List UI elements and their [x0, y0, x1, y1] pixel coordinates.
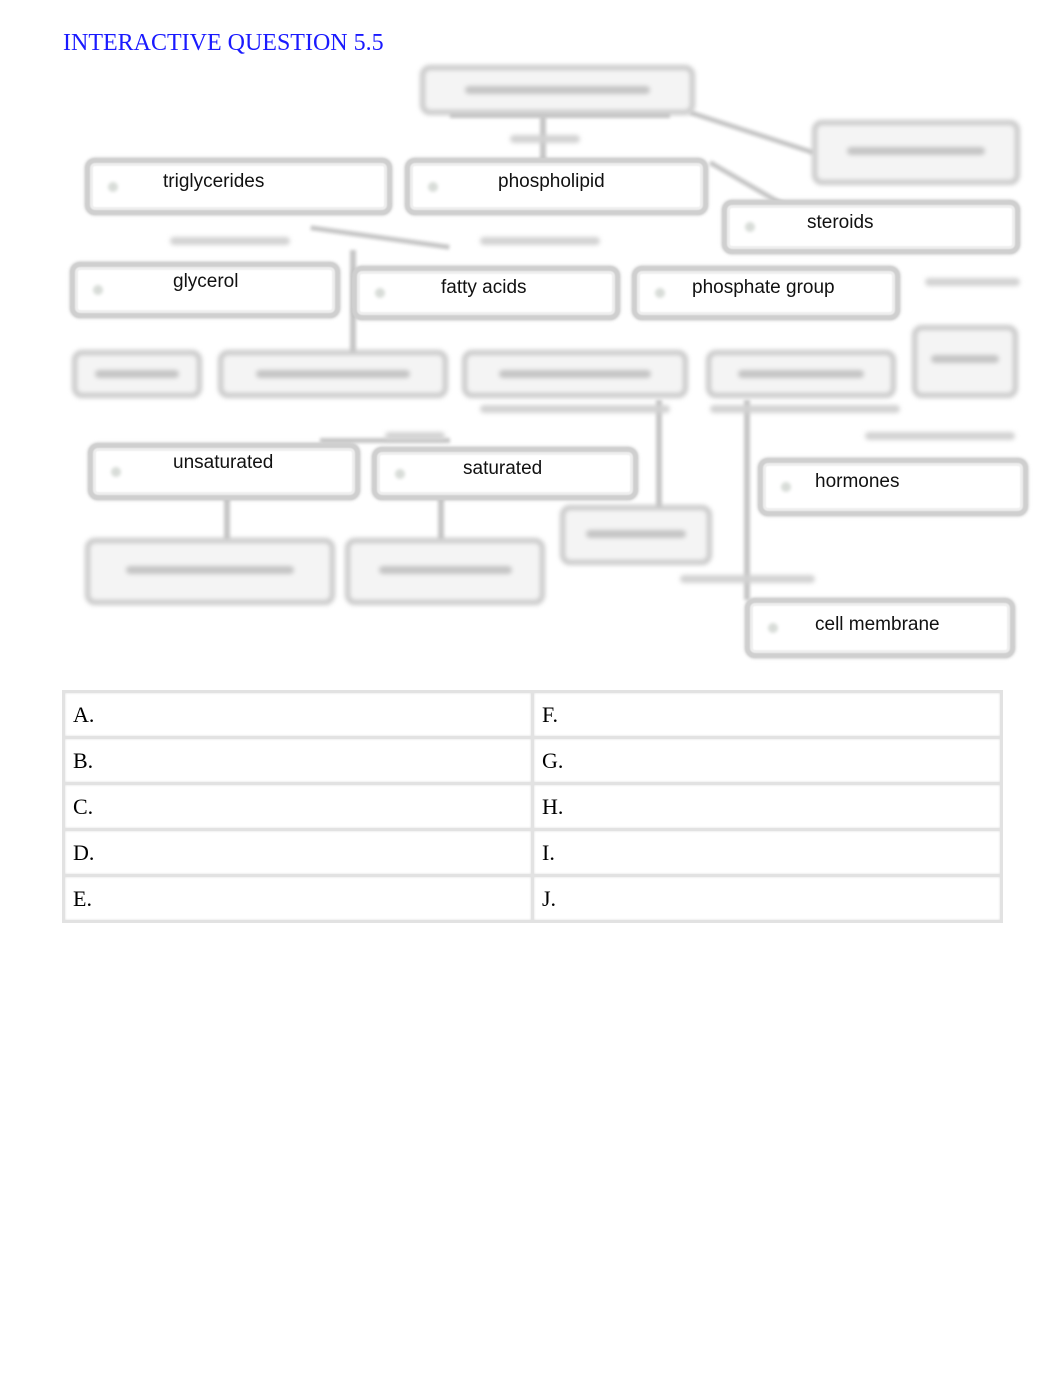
- label-cell-membrane: cell membrane: [815, 614, 940, 635]
- link-text-hidden: [385, 432, 445, 440]
- link-text-hidden: [170, 237, 290, 245]
- answer-cell[interactable]: H.: [531, 782, 1003, 831]
- hidden-concept-box: [420, 65, 695, 115]
- table-row: A. F.: [62, 690, 1003, 739]
- connector: [310, 225, 450, 250]
- connector: [224, 498, 230, 540]
- answer-cell[interactable]: D.: [62, 828, 534, 877]
- answer-cell[interactable]: I.: [531, 828, 1003, 877]
- link-text-hidden: [480, 405, 670, 413]
- hidden-concept-box: [912, 325, 1018, 398]
- link-text-hidden: [680, 575, 815, 583]
- label-steroids: steroids: [807, 212, 874, 233]
- connector: [656, 400, 662, 510]
- label-triglycerides: triglycerides: [163, 171, 265, 192]
- answer-cell[interactable]: A.: [62, 690, 534, 739]
- connector: [744, 400, 750, 600]
- hidden-concept-box: [706, 350, 896, 398]
- link-text-hidden: [480, 237, 600, 245]
- table-row: C. H.: [62, 782, 1003, 831]
- label-hormones: hormones: [815, 471, 900, 492]
- answer-cell[interactable]: C.: [62, 782, 534, 831]
- table-row: D. I.: [62, 828, 1003, 877]
- table-row: B. G.: [62, 736, 1003, 785]
- label-fatty-acids: fatty acids: [441, 277, 527, 298]
- hidden-concept-box: [72, 350, 202, 398]
- connector: [438, 498, 444, 540]
- link-text-hidden: [865, 432, 1015, 440]
- hidden-concept-box: [462, 350, 688, 398]
- table-row: E. J.: [62, 874, 1003, 923]
- answer-table: A. F. B. G. C. H. D. I. E. J.: [62, 690, 1003, 923]
- link-text-hidden: [510, 135, 580, 143]
- answer-cell[interactable]: J.: [531, 874, 1003, 923]
- label-phospholipid: phospholipid: [498, 171, 605, 192]
- hidden-concept-box: [218, 350, 448, 398]
- link-text-hidden: [925, 278, 1020, 286]
- label-glycerol: glycerol: [173, 271, 239, 292]
- hidden-concept-box: [812, 120, 1020, 185]
- hidden-concept-box: [560, 505, 712, 565]
- answer-cell[interactable]: F.: [531, 690, 1003, 739]
- answer-cell[interactable]: G.: [531, 736, 1003, 785]
- connector: [689, 110, 815, 156]
- answer-cell[interactable]: E.: [62, 874, 534, 923]
- page-title: INTERACTIVE QUESTION 5.5: [63, 30, 384, 56]
- hidden-concept-box: [345, 538, 545, 605]
- link-text-hidden: [710, 405, 900, 413]
- page: INTERACTIVE QUESTION 5.5 triglycerides p…: [0, 0, 1062, 1376]
- label-saturated: saturated: [463, 458, 543, 479]
- answer-cell[interactable]: B.: [62, 736, 534, 785]
- label-unsaturated: unsaturated: [173, 452, 274, 473]
- hidden-concept-box: [85, 538, 335, 605]
- label-phosphate-group: phosphate group: [692, 277, 835, 298]
